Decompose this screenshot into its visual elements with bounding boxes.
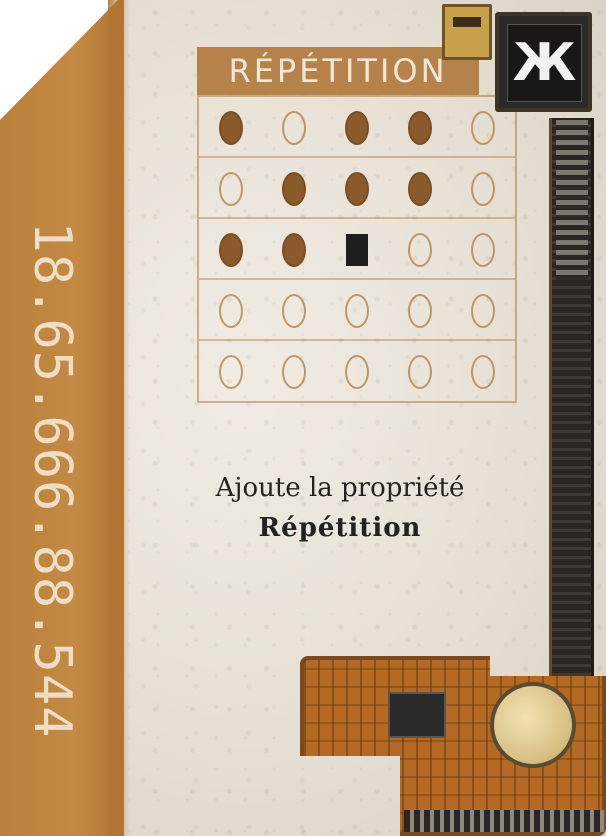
side-strip-edge: [108, 0, 130, 836]
grid-cell-empty: [344, 354, 369, 389]
grid-cell-empty: [281, 293, 306, 328]
grid-cell-filled: [407, 171, 432, 206]
grid-cell-empty: [218, 354, 243, 389]
description-keyword: Répétition: [258, 513, 422, 543]
grid-cell-empty: [470, 171, 495, 206]
grid-cell-empty: [218, 293, 243, 328]
grid-cell-filled: [218, 110, 243, 145]
grid-row: [199, 280, 515, 341]
grid-row: [199, 158, 515, 219]
grid-row: [199, 219, 515, 280]
chip-icon: Ж: [495, 12, 592, 112]
connector-icon: [442, 4, 492, 60]
description-line-2: Répétition: [150, 508, 530, 548]
coin-battery-icon: [490, 682, 576, 768]
grid-cell-marker: [345, 233, 368, 266]
grid-cell-empty: [407, 354, 432, 389]
description-line-1: Ajoute la propriété: [215, 473, 465, 503]
grid-row: [199, 341, 515, 402]
grid-cell-empty: [281, 110, 306, 145]
grid-cell-empty: [407, 232, 432, 267]
pattern-grid: [197, 95, 517, 403]
grid-cell-empty: [281, 354, 306, 389]
grid-cell-filled: [344, 171, 369, 206]
grid-cell-filled: [281, 232, 306, 267]
grid-cell-empty: [218, 171, 243, 206]
board-pins: [404, 810, 604, 832]
ic-chip-icon: [388, 692, 446, 738]
chip-glyph: Ж: [512, 33, 577, 93]
grid-cell-filled: [407, 110, 432, 145]
grid-cell-empty: [470, 232, 495, 267]
grid-row: [199, 97, 515, 158]
grid-cell-empty: [407, 293, 432, 328]
grid-cell-filled: [281, 171, 306, 206]
serial-number: 18.65.666.88.544: [22, 221, 82, 739]
chip-face: Ж: [507, 24, 582, 102]
grid-cell-empty: [470, 110, 495, 145]
card-title: RÉPÉTITION: [228, 52, 448, 90]
grid-cell-empty: [470, 293, 495, 328]
grid-cell-empty: [470, 354, 495, 389]
grid-cell-empty: [344, 293, 369, 328]
bus-pins: [556, 120, 588, 280]
grid-cell-filled: [344, 110, 369, 145]
card-description: Ajoute la propriété Répétition: [150, 468, 530, 548]
grid-cell-filled: [218, 232, 243, 267]
card-title-bar: RÉPÉTITION: [197, 47, 479, 95]
